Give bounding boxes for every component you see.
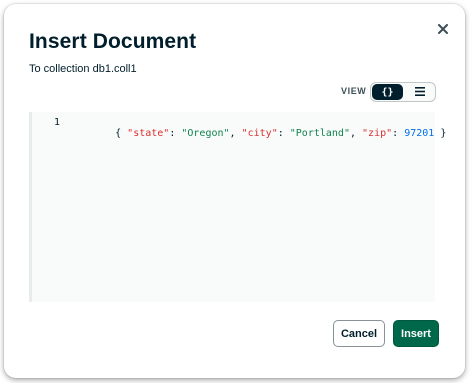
cancel-button[interactable]: Cancel	[333, 320, 385, 347]
code-token: {	[115, 128, 128, 139]
code-token-key: "state"	[127, 128, 170, 139]
code-token: :	[277, 128, 290, 139]
insert-document-modal: Insert Document To collection db1.coll1 …	[4, 4, 465, 378]
code-token-key: "city"	[241, 128, 278, 139]
json-view-button[interactable]: {}	[372, 84, 403, 100]
json-view-icon: {}	[381, 86, 394, 98]
dialog-subtitle: To collection db1.coll1	[29, 63, 137, 75]
line-number: 1	[54, 117, 61, 128]
view-toggle: {}	[370, 82, 436, 102]
insert-button[interactable]: Insert	[393, 320, 439, 347]
close-icon[interactable]	[434, 20, 452, 38]
code-token: :	[169, 128, 182, 139]
code-token-string: "Portland"	[289, 128, 350, 139]
code-token: :	[392, 128, 405, 139]
list-view-button[interactable]	[404, 83, 435, 101]
code-token-string: "Oregon"	[181, 128, 230, 139]
list-icon	[414, 83, 425, 101]
dialog-title: Insert Document	[29, 30, 197, 53]
code-line[interactable]: { "state": "Oregon", "city": "Portland",…	[79, 117, 446, 150]
code-token-key: "zip"	[362, 128, 393, 139]
code-token-number: 97201	[404, 128, 435, 139]
code-token: ,	[349, 128, 363, 139]
code-token: }	[434, 128, 447, 139]
json-editor[interactable]: 1 { "state": "Oregon", "city": "Portland…	[29, 112, 446, 302]
view-label: VIEW	[341, 86, 367, 96]
code-token: ,	[229, 128, 242, 139]
